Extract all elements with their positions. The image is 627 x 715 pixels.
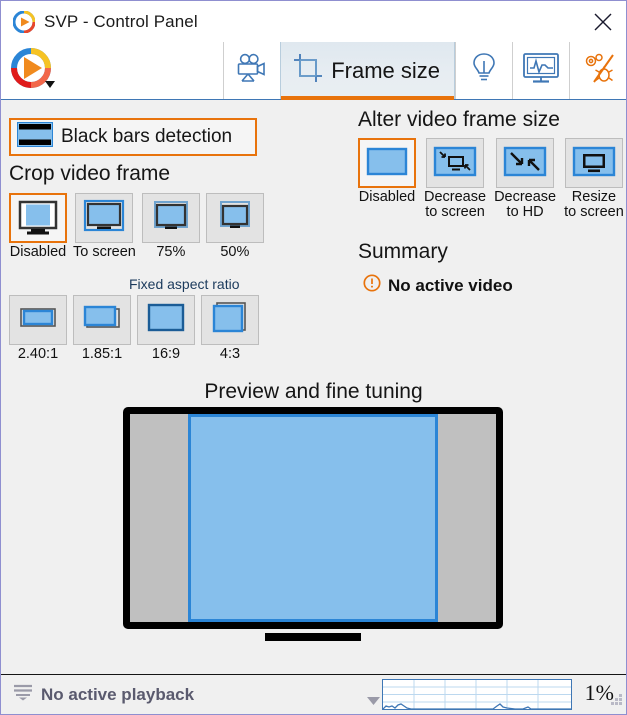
brand-menu-button[interactable]	[1, 42, 61, 99]
aspect-ratio-240-1[interactable]: 2.40:1	[9, 295, 67, 362]
ratio-240-icon	[9, 295, 67, 345]
crop-frame-icon	[291, 51, 325, 90]
ratio-43-icon	[201, 295, 259, 345]
black-bars-detection-button[interactable]: Black bars detection	[9, 118, 257, 156]
window-title: SVP - Control Panel	[44, 11, 198, 31]
alter-disabled-icon	[358, 138, 416, 188]
crop-mode-to-screen[interactable]: To screen	[73, 193, 136, 260]
movie-camera-icon	[234, 53, 270, 88]
crop-mode-75-label: 75%	[156, 244, 186, 260]
black-bars-detection-label: Black bars detection	[61, 126, 233, 147]
alter-mode-disabled-label: Disabled	[358, 189, 416, 205]
crop-mode-disabled[interactable]: Disabled	[9, 193, 67, 260]
aspect-ratio-16-9[interactable]: 16:9	[137, 295, 195, 362]
resize-grip-icon[interactable]	[611, 693, 623, 711]
alter-mode-decrease-to-hd[interactable]: Decrease to HD	[494, 138, 556, 220]
alter-mode-decrease-to-hd-label: Decrease to HD	[494, 189, 557, 221]
crop-to-screen-icon	[75, 193, 134, 243]
summary-status: No active video	[363, 274, 513, 297]
ratio-185-icon	[73, 295, 131, 345]
alter-mode-disabled[interactable]: Disabled	[358, 138, 416, 220]
crop-video-frame-title: Crop video frame	[9, 162, 171, 185]
tv-preview-icon	[123, 407, 503, 629]
crop-75-icon	[141, 193, 200, 243]
aspect-ratio-185-1[interactable]: 1.85:1	[73, 295, 131, 362]
preview-area[interactable]	[123, 407, 503, 641]
caret-down-icon[interactable]	[367, 692, 380, 710]
tab-monitor[interactable]	[512, 42, 569, 99]
aspect-ratio-16-9-label: 16:9	[151, 346, 181, 362]
tab-bar: Frame size	[1, 42, 626, 100]
crop-mode-group: Disabled To screen 75% 50%	[9, 193, 264, 260]
decrease-to-screen-icon	[426, 138, 485, 188]
crop-mode-75[interactable]: 75%	[141, 193, 200, 260]
preview-crop-region[interactable]	[188, 414, 438, 622]
black-bars-icon	[17, 122, 53, 152]
alter-video-frame-size-title: Alter video frame size	[358, 108, 560, 131]
crop-mode-50-label: 50%	[220, 244, 250, 260]
alter-mode-decrease-to-screen-label: Decrease to screen	[424, 189, 487, 221]
crop-mode-to-screen-label: To screen	[73, 244, 136, 260]
playback-status-text: No active playback	[41, 684, 195, 704]
close-icon	[594, 13, 612, 31]
alter-mode-resize-to-screen-label: Resize to screen	[564, 189, 624, 221]
close-button[interactable]	[580, 1, 626, 42]
lightbulb-icon	[471, 52, 497, 89]
preview-title: Preview and fine tuning	[204, 380, 423, 403]
summary-title: Summary	[358, 240, 448, 263]
tv-stand	[265, 633, 361, 641]
tab-debug[interactable]	[569, 42, 626, 99]
resize-to-screen-icon	[564, 138, 623, 188]
summary-status-text: No active video	[388, 275, 513, 295]
crop-mode-disabled-label: Disabled	[9, 244, 67, 260]
warning-circle-icon	[363, 274, 381, 297]
caret-down-icon	[45, 75, 55, 93]
tab-frame-size[interactable]: Frame size	[280, 42, 455, 100]
gears-bug-icon	[580, 52, 616, 89]
crop-disabled-icon	[9, 193, 67, 243]
cpu-usage-graph[interactable]	[382, 679, 572, 710]
crop-mode-50[interactable]: 50%	[205, 193, 264, 260]
aspect-ratio-4-3[interactable]: 4:3	[201, 295, 259, 362]
aspect-ratio-group: 2.40:1 1.85:1 16:9 4:3	[9, 295, 259, 362]
tab-frame-size-label: Frame size	[331, 57, 440, 83]
monitor-graph-icon	[522, 52, 560, 89]
tab-lightbulb[interactable]	[455, 42, 512, 99]
control-panel-window: SVP - Control Panel Frame size Black bar…	[0, 0, 627, 715]
title-bar: SVP - Control Panel	[1, 1, 626, 42]
crop-50-icon	[205, 193, 264, 243]
tab-spacer	[61, 42, 223, 99]
fixed-aspect-ratio-title: Fixed aspect ratio	[129, 276, 240, 292]
alter-mode-group: Disabled Decrease to screen Decrease to …	[358, 138, 624, 220]
playback-lines-icon	[13, 683, 33, 706]
tab-movie[interactable]	[223, 42, 281, 99]
alter-mode-decrease-to-screen[interactable]: Decrease to screen	[424, 138, 486, 220]
aspect-ratio-240-1-label: 2.40:1	[17, 346, 59, 362]
cpu-usage-percent: 1%	[584, 680, 614, 705]
svp-logo-icon	[12, 10, 36, 33]
ratio-169-icon	[137, 295, 195, 345]
main-content: Black bars detection Crop video frame Di…	[1, 100, 626, 674]
aspect-ratio-185-1-label: 1.85:1	[81, 346, 123, 362]
preview-screen	[130, 414, 496, 622]
aspect-ratio-4-3-label: 4:3	[219, 346, 241, 362]
status-bar: No active playback 1%	[1, 674, 626, 714]
decrease-to-hd-icon	[496, 138, 555, 188]
alter-mode-resize-to-screen[interactable]: Resize to screen	[564, 138, 624, 220]
